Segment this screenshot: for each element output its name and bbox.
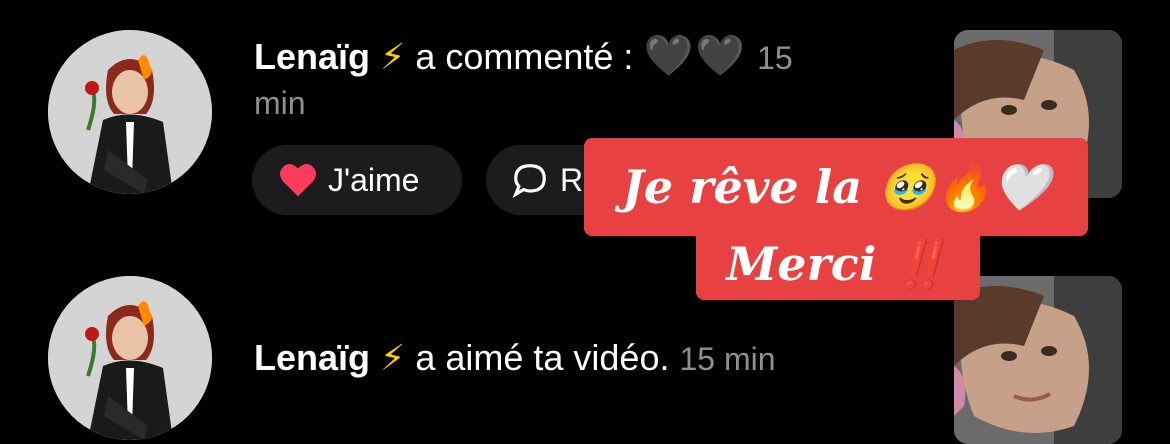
caption-line-2: Merci ‼️ <box>696 228 980 300</box>
lightning-icon: ⚡ <box>380 338 406 379</box>
avatar[interactable] <box>48 276 212 440</box>
timestamp: 15 <box>757 40 793 76</box>
caption-overlay: Je rêve la 🥹🔥🤍 Merci ‼️ <box>584 138 1088 300</box>
avatar[interactable] <box>48 30 212 194</box>
thumbnail-image <box>954 276 1122 444</box>
action-text: a commenté : <box>415 36 634 77</box>
notification-text[interactable]: Lenaïg ⚡ a aimé ta vidéo. 15 min <box>254 336 934 381</box>
avatar-image <box>48 276 212 440</box>
caption-line-1: Je rêve la 🥹🔥🤍 <box>584 138 1088 236</box>
like-label: J'aime <box>328 161 420 198</box>
username[interactable]: Lenaïg <box>254 337 370 378</box>
like-button[interactable]: J'aime <box>252 145 462 215</box>
heart-icon <box>280 164 316 197</box>
action-text: a aimé ta vidéo. <box>415 337 670 378</box>
reply-label: R <box>560 161 584 198</box>
timestamp: 15 min <box>679 341 776 377</box>
notification-text[interactable]: Lenaïg ⚡ a commenté : 🖤🖤 15 min <box>254 34 934 125</box>
comment-text: 🖤🖤 <box>643 33 748 79</box>
username[interactable]: Lenaïg <box>254 36 370 77</box>
lightning-icon: ⚡ <box>380 37 406 78</box>
chat-bubble-icon <box>512 164 546 199</box>
avatar-image <box>48 30 212 194</box>
timestamp-unit: min <box>254 85 306 121</box>
video-thumbnail[interactable] <box>954 276 1122 444</box>
